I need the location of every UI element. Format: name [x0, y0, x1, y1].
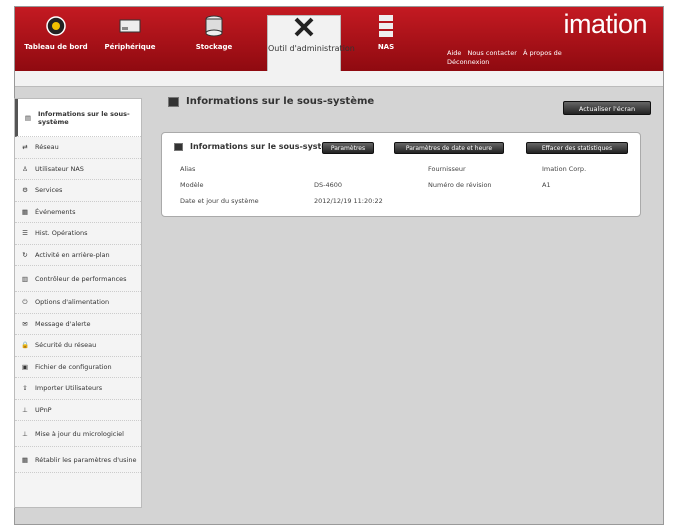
- events-icon: ▦: [21, 207, 29, 216]
- nav-nas[interactable]: NAS: [351, 15, 421, 67]
- nav-storage[interactable]: Stockage: [179, 15, 249, 67]
- revision-label: Numéro de révision: [428, 181, 492, 189]
- panel-title-text: Informations sur le sous-systè: [190, 142, 327, 151]
- settings-button[interactable]: Paramètres: [322, 142, 374, 154]
- revision-value: A1: [542, 181, 551, 189]
- about-link[interactable]: À propos de: [523, 49, 562, 57]
- import-users-icon: ⇪: [22, 384, 28, 393]
- firmware-icon: ⊥: [22, 429, 28, 438]
- sidebar-item-power[interactable]: ⏻ Options d'alimentation: [15, 292, 141, 314]
- performance-icon: ▥: [21, 274, 29, 283]
- sidebar-item-label: Options d'alimentation: [35, 298, 110, 307]
- nas-icon: [375, 15, 397, 37]
- sidebar-item-alert-message[interactable]: ✉ Message d'alerte: [15, 314, 141, 335]
- sidebar-item-label: Message d'alerte: [35, 319, 91, 328]
- sidebar-item-performance[interactable]: ▥ Contrôleur de performances: [15, 266, 141, 292]
- sidebar-item-label: Contrôleur de performances: [35, 274, 127, 283]
- nav-label: NAS: [377, 43, 395, 51]
- system-date-label: Date et jour du système: [180, 197, 259, 205]
- sidebar-item-label: Mise à jour du micrologiciel: [35, 429, 124, 438]
- sidebar-item-network[interactable]: ⇄ Réseau: [15, 137, 141, 159]
- network-icon: ⇄: [22, 143, 28, 152]
- section-icon: [174, 142, 183, 151]
- date-time-settings-button[interactable]: Paramètres de date et heure: [394, 142, 504, 154]
- sidebar-item-label: Informations sur le sous-système: [38, 109, 130, 126]
- sidebar-item-label: Importer Utilisateurs: [35, 384, 103, 393]
- top-links: Aide Nous contacter À propos de Déconnex…: [447, 49, 566, 67]
- sidebar-item-label: Activité en arrière-plan: [35, 250, 110, 259]
- nav-device[interactable]: Périphérique: [95, 15, 165, 67]
- user-icon: ♙: [22, 164, 28, 173]
- alert-message-icon: ✉: [22, 319, 28, 328]
- sidebar-item-label: Utilisateur NAS: [35, 164, 84, 173]
- sidebar-item-info[interactable]: ▤ Informations sur le sous-système: [15, 99, 141, 137]
- vendor-value: Imation Corp.: [542, 165, 587, 173]
- nav-admin-tools[interactable]: Outil d'administration: [267, 15, 355, 75]
- nav-label: Tableau de bord: [24, 43, 88, 51]
- section-icon: [168, 96, 179, 107]
- logout-link[interactable]: Déconnexion: [447, 58, 489, 66]
- page-title-text: Informations sur le sous-système: [186, 96, 375, 107]
- nav-label: Périphérique: [104, 43, 156, 51]
- nav-label: Outil d'administration: [268, 44, 355, 53]
- model-label: Modèle: [180, 181, 204, 189]
- sidebar-item-label: UPnP: [35, 405, 52, 414]
- storage-icon: [203, 15, 225, 37]
- sidebar-item-config-file[interactable]: ▣ Fichier de configuration: [15, 357, 141, 378]
- sidebar: ▤ Informations sur le sous-système ⇄ Réseau…: [14, 98, 142, 508]
- sidebar-item-label: Sécurité du réseau: [35, 341, 97, 350]
- sidebar-item-upnp[interactable]: ⊥ UPnP: [15, 400, 141, 421]
- sidebar-item-events[interactable]: ▦ Événements: [15, 202, 141, 223]
- sidebar-item-label: Services: [35, 186, 63, 195]
- vendor-label: Fournisseur: [428, 165, 466, 173]
- upnp-icon: ⊥: [22, 405, 28, 414]
- refresh-screen-button[interactable]: Actualiser l'écran: [563, 101, 651, 115]
- alias-label: Alias: [180, 165, 196, 173]
- sub-bar: [15, 71, 663, 87]
- page-title: Informations sur le sous-système: [168, 96, 374, 107]
- device-icon: [119, 15, 141, 37]
- nav-dashboard[interactable]: Tableau de bord: [21, 15, 91, 67]
- sidebar-item-firmware[interactable]: ⊥ Mise à jour du micrologiciel: [15, 421, 141, 447]
- sidebar-item-background-activity[interactable]: ↻ Activité en arrière-plan: [15, 245, 141, 266]
- info-icon: ▤: [24, 113, 32, 122]
- panel-title: Informations sur le sous-systè: [174, 142, 327, 151]
- history-icon: ☰: [22, 229, 28, 238]
- dashboard-icon: [45, 15, 67, 37]
- background-activity-icon: ↻: [22, 250, 28, 259]
- tools-icon: [293, 16, 315, 38]
- sidebar-item-factory-reset[interactable]: ▦ Rétablir les paramètres d'usine: [15, 447, 141, 473]
- sidebar-item-label: Réseau: [35, 143, 59, 152]
- help-link[interactable]: Aide: [447, 49, 461, 57]
- contact-link[interactable]: Nous contacter: [467, 49, 516, 57]
- model-value: DS-4600: [314, 181, 343, 189]
- config-file-icon: ▣: [21, 362, 29, 371]
- sidebar-item-history[interactable]: ☰ Hist. Opérations: [15, 223, 141, 245]
- top-nav-bar: Tableau de bord Périphérique Stockage Ou…: [15, 7, 663, 75]
- subsystem-info-panel: Informations sur le sous-systè Paramètre…: [161, 132, 641, 217]
- sidebar-item-label: Événements: [35, 207, 76, 216]
- sidebar-item-user[interactable]: ♙ Utilisateur NAS: [15, 159, 141, 180]
- services-icon: ⚙: [22, 186, 28, 195]
- nav-label: Stockage: [195, 43, 233, 51]
- sidebar-item-import-users[interactable]: ⇪ Importer Utilisateurs: [15, 378, 141, 400]
- clear-statistics-button[interactable]: Effacer des statistiques: [526, 142, 628, 154]
- sidebar-item-label: Hist. Opérations: [35, 229, 88, 238]
- lock-icon: 🔒: [20, 341, 30, 350]
- sidebar-item-label: Rétablir les paramètres d'usine: [35, 455, 137, 464]
- brand-logo: imation: [563, 9, 647, 39]
- factory-reset-icon: ▦: [21, 455, 29, 464]
- sidebar-item-label: Fichier de configuration: [35, 362, 112, 371]
- sidebar-item-services[interactable]: ⚙ Services: [15, 180, 141, 202]
- sidebar-item-lock[interactable]: 🔒 Sécurité du réseau: [15, 335, 141, 357]
- power-icon: ⏻: [22, 297, 28, 306]
- system-date-value: 2012/12/19 11:20:22: [314, 197, 383, 205]
